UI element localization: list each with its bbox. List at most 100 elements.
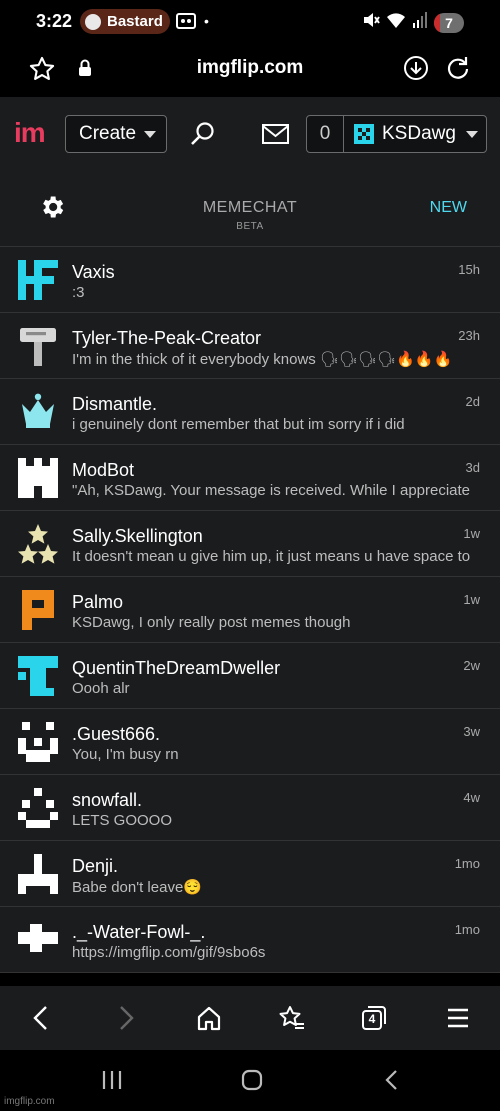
chat-row[interactable]: ModBot "Ah, KSDawg. Your message is rece… — [0, 445, 500, 511]
search-icon[interactable] — [189, 120, 217, 153]
chat-time: 23h — [458, 328, 480, 343]
beta-label: BETA — [236, 221, 264, 232]
system-nav-bar — [0, 1050, 500, 1111]
chat-last-message: Babe don't leave😌 — [72, 879, 202, 896]
chat-last-message: You, I'm busy rn — [72, 746, 179, 763]
chat-last-message: It doesn't mean u give him up, it just m… — [72, 548, 471, 565]
download-icon[interactable] — [403, 55, 429, 86]
battery-fill — [434, 12, 440, 33]
chat-last-message: i genuinely dont remember that but im so… — [72, 416, 405, 433]
spotify-label: Bastard — [107, 13, 163, 30]
chat-row[interactable]: Dismantle. i genuinely dont remember tha… — [0, 379, 500, 445]
status-dot: • — [204, 13, 209, 29]
menu-icon[interactable] — [446, 1004, 470, 1037]
chat-last-message: KSDawg, I only really post memes though — [72, 614, 351, 631]
reload-icon[interactable] — [445, 55, 471, 86]
chat-last-message: I'm in the thick of it everybody knows 🗣… — [72, 351, 453, 368]
create-button[interactable]: Create — [65, 115, 167, 153]
gallery-icon — [176, 12, 196, 35]
chat-time: 3d — [465, 460, 480, 475]
memechat-header: MEMECHAT BETA NEW — [0, 169, 500, 247]
anchor-block-icon — [18, 854, 58, 894]
bookmarks-icon[interactable] — [278, 1004, 306, 1037]
back-icon[interactable] — [30, 1004, 52, 1037]
chat-last-message: https://imgflip.com/gif/9sbo6s — [72, 944, 266, 961]
chat-time: 1mo — [454, 922, 480, 937]
chat-last-message: Oooh alr — [72, 680, 130, 697]
stars-icon — [18, 524, 58, 564]
p-block-icon — [18, 590, 58, 630]
hf-icon — [18, 260, 58, 300]
forward-icon[interactable] — [115, 1004, 137, 1037]
chat-row[interactable]: ._-Water-Fowl-_. https://imgflip.com/gif… — [0, 907, 500, 973]
chat-time: 3w — [463, 724, 480, 739]
chat-username: Sally.Skellington — [72, 526, 203, 546]
signal-icon — [412, 11, 428, 34]
chat-username: ModBot — [72, 460, 135, 480]
user-menu-button[interactable]: KSDawg — [343, 115, 487, 153]
battery-indicator: 7 — [434, 12, 464, 33]
chat-time: 15h — [458, 262, 480, 277]
chat-time: 4w — [463, 790, 480, 805]
tabs-icon[interactable]: 4 — [360, 1004, 388, 1037]
chat-username: ._-Water-Fowl-_. — [72, 922, 206, 942]
imgflip-watermark: imgflip.com — [4, 1096, 55, 1107]
mute-icon — [362, 11, 380, 34]
chat-last-message: "Ah, KSDawg. Your message is received. W… — [72, 482, 471, 499]
signpost-icon — [18, 326, 58, 366]
face-block-icon — [18, 722, 58, 762]
wifi-icon — [386, 11, 406, 34]
imgflip-logo[interactable]: im — [14, 117, 46, 149]
chat-list: Vaxis :3 15h Tyler-The-Peak-Creator I'm … — [0, 247, 500, 973]
chat-row[interactable]: Denji. Babe don't leave😌 1mo — [0, 841, 500, 907]
spotify-pill[interactable]: Bastard — [80, 9, 170, 34]
status-bar: 3:22 Bastard • 7 — [0, 0, 500, 44]
chat-row[interactable]: QuentinTheDreamDweller Oooh alr 2w — [0, 643, 500, 709]
battery-level: 7 — [445, 14, 453, 31]
mail-icon[interactable] — [262, 124, 289, 149]
chat-time: 1w — [463, 592, 480, 607]
chat-username: Dismantle. — [72, 394, 158, 414]
chat-time: 1w — [463, 526, 480, 541]
chat-last-message: LETS GOOOO — [72, 812, 173, 829]
chat-username: Palmo — [72, 592, 124, 612]
chat-username: Tyler-The-Peak-Creator — [72, 328, 262, 348]
chat-username: snowfall. — [72, 790, 143, 810]
username: KSDawg — [382, 123, 456, 144]
chevron-down-icon — [465, 130, 478, 138]
chat-row[interactable]: .Guest666. You, I'm busy rn 3w — [0, 709, 500, 775]
home-icon[interactable] — [196, 1004, 222, 1037]
system-back-icon[interactable] — [382, 1068, 402, 1097]
tabs-count: 4 — [368, 1012, 376, 1026]
notification-count[interactable]: 0 — [306, 115, 344, 153]
browser-toolbar: 4 — [0, 986, 500, 1050]
home-button-icon[interactable] — [240, 1068, 264, 1097]
chat-username: Denji. — [72, 856, 119, 876]
memechat-title: MEMECHAT — [202, 199, 298, 216]
status-time: 3:22 — [36, 11, 73, 31]
chevron-down-icon — [144, 130, 157, 138]
chat-time: 2w — [463, 658, 480, 673]
create-label: Create — [79, 123, 137, 144]
crown-icon — [18, 392, 58, 432]
new-chat-button[interactable]: NEW — [430, 199, 467, 217]
browser-url-bar: imgflip.com — [0, 44, 500, 94]
chat-last-message: :3 — [72, 284, 85, 301]
castle-icon — [18, 458, 58, 498]
chat-row[interactable]: snowfall. LETS GOOOO 4w — [0, 775, 500, 841]
chat-time: 1mo — [454, 856, 480, 871]
recent-apps-icon[interactable] — [100, 1068, 124, 1097]
user-avatar-icon — [354, 124, 374, 144]
chat-row[interactable]: Palmo KSDawg, I only really post memes t… — [0, 577, 500, 643]
cross-block-icon — [18, 920, 58, 960]
t-block-icon — [18, 656, 58, 696]
spotify-icon — [85, 13, 101, 30]
chat-username: QuentinTheDreamDweller — [72, 658, 281, 678]
chat-row[interactable]: Vaxis :3 15h — [0, 247, 500, 313]
chat-username: .Guest666. — [72, 724, 161, 744]
chat-row[interactable]: Sally.Skellington It doesn't mean u give… — [0, 511, 500, 577]
chat-time: 2d — [465, 394, 480, 409]
smile-block-icon — [18, 788, 58, 828]
chat-row[interactable]: Tyler-The-Peak-Creator I'm in the thick … — [0, 313, 500, 379]
chat-username: Vaxis — [72, 262, 115, 282]
